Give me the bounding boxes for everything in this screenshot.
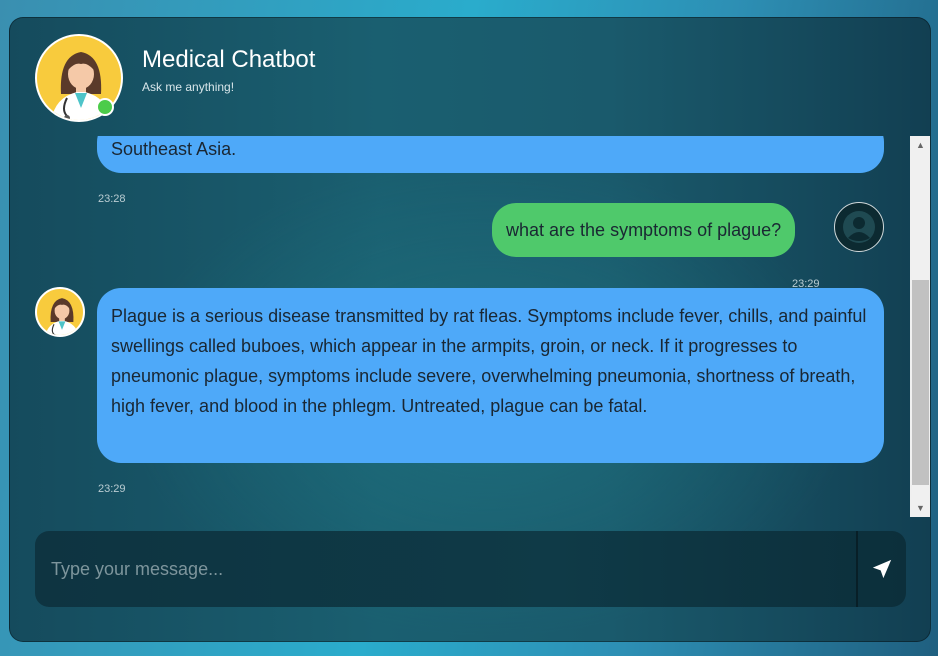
chat-subtitle: Ask me anything! (142, 80, 235, 94)
send-button[interactable] (858, 531, 906, 607)
message-list[interactable]: Southeast Asia. 23:28 what are the sympt… (10, 136, 910, 517)
chat-window: Medical Chatbot Ask me anything! Southea… (9, 17, 931, 642)
bot-message: Plague is a serious disease transmitted … (97, 288, 884, 463)
online-status-dot (96, 98, 114, 116)
chat-header: Medical Chatbot Ask me anything! (10, 18, 930, 136)
chat-scrollbar[interactable]: ▲ ▼ (910, 136, 930, 517)
message-input[interactable] (35, 531, 857, 607)
paper-plane-icon (872, 559, 892, 579)
user-avatar (834, 202, 884, 252)
message-text: Southeast Asia. (111, 139, 237, 159)
user-icon (843, 211, 875, 243)
doctor-icon (45, 298, 79, 335)
chat-title: Medical Chatbot (142, 46, 316, 73)
scroll-up-arrow-icon[interactable]: ▲ (910, 136, 930, 154)
bot-message: Southeast Asia. (97, 136, 884, 173)
message-time: 23:28 (98, 193, 126, 205)
message-text: Plague is a serious disease transmitted … (111, 306, 867, 416)
message-text: what are the symptoms of plague? (506, 220, 782, 240)
scrollbar-thumb[interactable] (912, 280, 929, 485)
message-time: 23:29 (98, 483, 126, 495)
scroll-down-arrow-icon[interactable]: ▼ (910, 499, 930, 517)
user-message: what are the symptoms of plague? (492, 203, 796, 257)
message-composer (35, 531, 906, 607)
bot-avatar (35, 287, 85, 337)
